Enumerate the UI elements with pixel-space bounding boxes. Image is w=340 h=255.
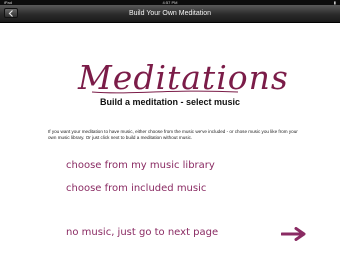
choose-included-music-link[interactable]: choose from included music: [66, 183, 206, 194]
no-music-next-link[interactable]: no music, just go to next page: [66, 227, 218, 238]
navigation-bar: Build Your Own Meditation: [0, 5, 340, 23]
arrow-right-icon[interactable]: [281, 227, 307, 241]
section-subtitle: Build a meditation - select music: [99, 97, 241, 107]
instructions-text: If you want your meditation to have musi…: [48, 129, 298, 141]
choose-library-music-link[interactable]: choose from my music library: [66, 160, 215, 171]
page-title: Build Your Own Meditation: [128, 10, 212, 17]
logo-flourish: [91, 90, 239, 94]
